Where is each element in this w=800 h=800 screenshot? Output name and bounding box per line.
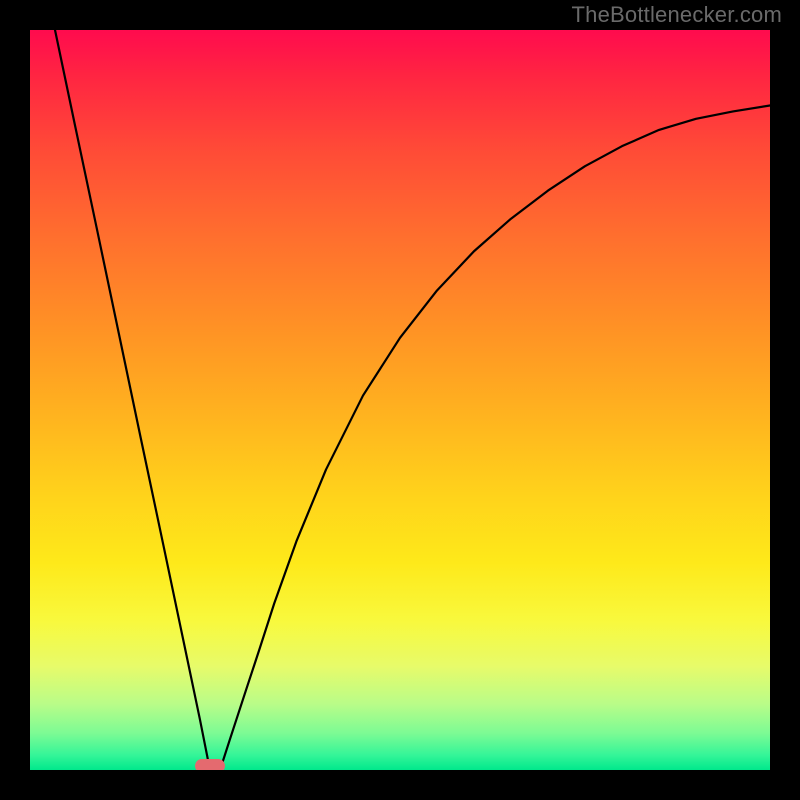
chart-frame: TheBottleneсker.com [0,0,800,800]
plot-area [30,30,770,770]
bottleneck-curve [30,30,770,770]
optimal-marker [195,759,225,770]
watermark-text: TheBottleneсker.com [572,2,782,28]
bottleneck-curve-path [55,30,770,770]
